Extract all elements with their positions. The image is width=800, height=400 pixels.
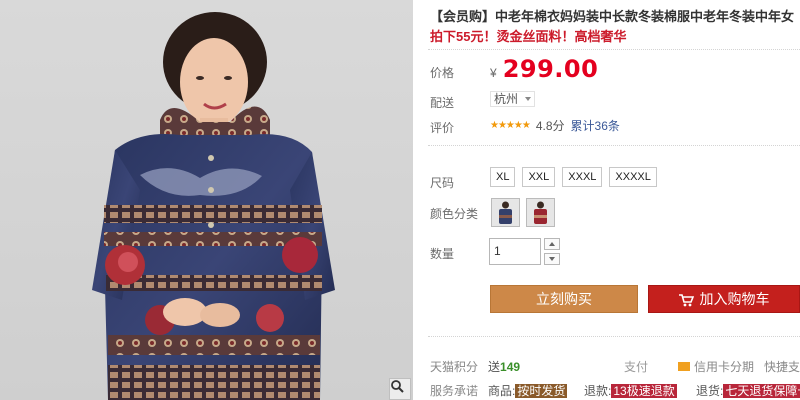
zoom-button[interactable] [389, 378, 411, 400]
color-swatch-red[interactable] [526, 198, 555, 227]
add-to-cart-button[interactable]: 加入购物车 [648, 285, 800, 313]
service-tag: 13极速退款 [611, 384, 677, 398]
divider [428, 49, 800, 50]
tmall-points-label: 天猫积分 [430, 360, 479, 374]
shipping-label: 配送 [430, 96, 455, 110]
service-item-return: 退货:七天退货保障卡 [696, 382, 800, 399]
price-label: 价格 [430, 66, 455, 80]
currency-symbol: ¥ [490, 66, 497, 80]
credit-installment[interactable]: 信用卡分期 [678, 358, 754, 375]
credit-card-icon [678, 362, 690, 371]
zoom-icon [391, 380, 404, 393]
quantity-increase-button[interactable] [544, 238, 560, 250]
price-value: 299.00 [502, 55, 599, 83]
arrow-up-icon [549, 242, 555, 246]
rating-row: ★★★★★ 4.8分 累计36条 [490, 117, 620, 134]
size-label: 尺码 [430, 176, 455, 190]
service-item-shipping: 商品: 按时发货 [488, 382, 568, 399]
rating-score: 4.8分 [535, 119, 565, 133]
quantity-label: 数量 [430, 247, 455, 261]
product-title: 【会员购】中老年棉衣妈妈装中长款冬装棉服中老年冬装中年女 [430, 9, 795, 24]
review-count-link[interactable]: 累计36条 [571, 117, 620, 134]
add-to-cart-label: 加入购物车 [699, 291, 770, 307]
service-tag: 七天退货保障卡 [723, 384, 800, 398]
city-select[interactable]: 杭州 [490, 91, 536, 107]
model-photo [92, 12, 335, 400]
divider [428, 145, 800, 146]
buy-now-button[interactable]: 立刻购买 [490, 285, 638, 313]
arrow-down-icon [549, 257, 555, 261]
service-item-prefix: 商品: [488, 384, 516, 398]
price-row: ¥ 299.00 [490, 55, 598, 83]
promo-text: 拍下55元！烫金丝面料！高档奢华 [430, 29, 627, 44]
quantity-decrease-button[interactable] [544, 253, 560, 265]
size-options: XL XXL XXXL XXXXL [490, 167, 657, 187]
city-value: 杭州 [494, 92, 519, 106]
quantity-input[interactable]: 1 [489, 238, 541, 265]
product-info-panel: 【会员购】中老年棉衣妈妈装中长款冬装棉服中老年冬装中年女 拍下55元！烫金丝面料… [428, 0, 800, 400]
rating-label: 评价 [430, 121, 455, 135]
credit-label: 信用卡分期 [694, 360, 755, 374]
service-item-refund: 退款: 13极速退款 [584, 382, 677, 399]
product-image[interactable] [0, 0, 413, 400]
swatch-navy-thumbnail [492, 199, 519, 226]
size-option-xl[interactable]: XL [490, 167, 516, 187]
points-prefix: 送 [488, 360, 501, 374]
divider [428, 336, 800, 337]
color-label: 颜色分类 [430, 207, 479, 221]
service-item-prefix: 退货: [696, 384, 724, 398]
service-tag: 按时发货 [515, 384, 568, 398]
payment-method: 支付 [624, 360, 649, 374]
swatch-red-thumbnail [527, 199, 554, 226]
color-options [491, 198, 555, 227]
fast-pay: 快捷支付 [764, 360, 800, 374]
points-value: 149 [500, 360, 521, 374]
caret-down-icon [525, 97, 532, 101]
rating-stars-icon: ★★★★★ [490, 120, 531, 131]
size-option-xxxxl[interactable]: XXXXL [609, 167, 657, 187]
size-option-xxl[interactable]: XXL [522, 167, 556, 187]
cart-icon [678, 294, 694, 307]
tmall-points: 送149 [488, 358, 520, 375]
color-swatch-navy[interactable] [491, 198, 520, 227]
service-item-prefix: 退款: [584, 384, 612, 398]
service-label: 服务承诺 [430, 384, 479, 398]
size-option-xxxl[interactable]: XXXL [562, 167, 603, 187]
